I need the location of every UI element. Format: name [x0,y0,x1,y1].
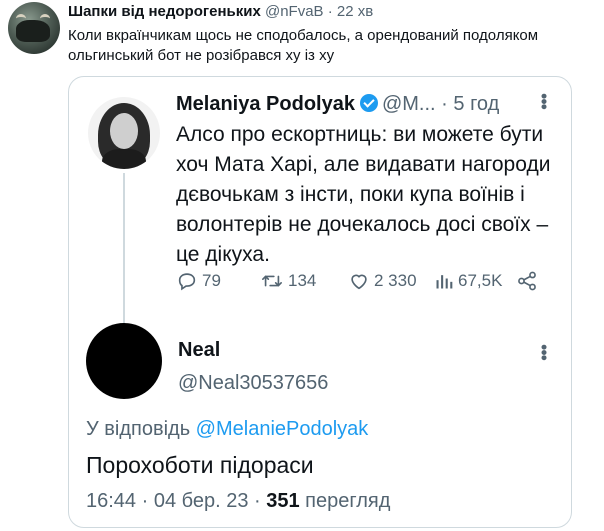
replying-to-label: У відповідь [86,418,191,440]
outer-header: Шапки від недорогеньких @nFvaB · 22 хв [68,3,373,20]
retweet-action[interactable]: 134 [260,270,316,292]
views-count: 67,5K [458,271,503,290]
outer-tweet-text: Коли вкраїнчикам щось не сподобалось, а … [68,27,539,64]
neal-avatar[interactable] [86,323,162,399]
reply-count: 79 [202,271,221,290]
reply-timestamp[interactable]: 16:44 · 04 бер. 23 · [86,490,266,512]
quoted-tweet-text: Алсо про ескортниць: ви можете бути хоч … [176,123,551,266]
reply-icon [178,273,196,291]
retweet-icon [262,275,282,287]
more-icon[interactable]: ••• [534,93,554,109]
quoted-handle[interactable]: @M... [382,93,436,115]
thread-connector-line [123,173,125,323]
reply-meta: 16:44 · 04 бер. 23 · 351 перегляд [86,490,390,513]
retweet-count: 134 [288,271,317,290]
reply-views-label: перегляд [299,490,391,512]
reply-views-count: 351 [266,490,300,512]
views-action[interactable]: 67,5K [434,270,502,292]
neal-name[interactable]: Neal [178,339,220,362]
heart-icon [351,274,367,290]
podolyak-avatar[interactable] [88,97,160,169]
neal-handle[interactable]: @Neal30537656 [178,372,328,395]
share-action[interactable] [516,270,542,292]
outer-author-name[interactable]: Шапки від недорогеньких [68,3,261,20]
like-count: 2 330 [374,271,417,290]
views-icon [436,275,453,289]
quoted-author-name[interactable]: Melaniya Podolyak [176,93,355,115]
replying-to-link[interactable]: @MelaniePodolyak [190,418,369,440]
share-icon [518,271,536,291]
more-icon[interactable]: ••• [534,344,554,360]
reply-text: Порохоботи підораси [86,452,314,478]
outer-avatar[interactable] [8,2,60,54]
replying-to: У відповідь @MelaniePodolyak [86,418,368,441]
quoted-time[interactable]: · 5 год [436,93,499,115]
verified-icon [359,94,378,112]
reply-action[interactable]: 79 [176,270,221,292]
like-action[interactable]: 2 330 [348,270,417,292]
quoted-header: Melaniya Podolyak @M... · 5 год [176,91,499,117]
outer-handle-time[interactable]: @nFvaB · 22 хв [261,3,373,20]
